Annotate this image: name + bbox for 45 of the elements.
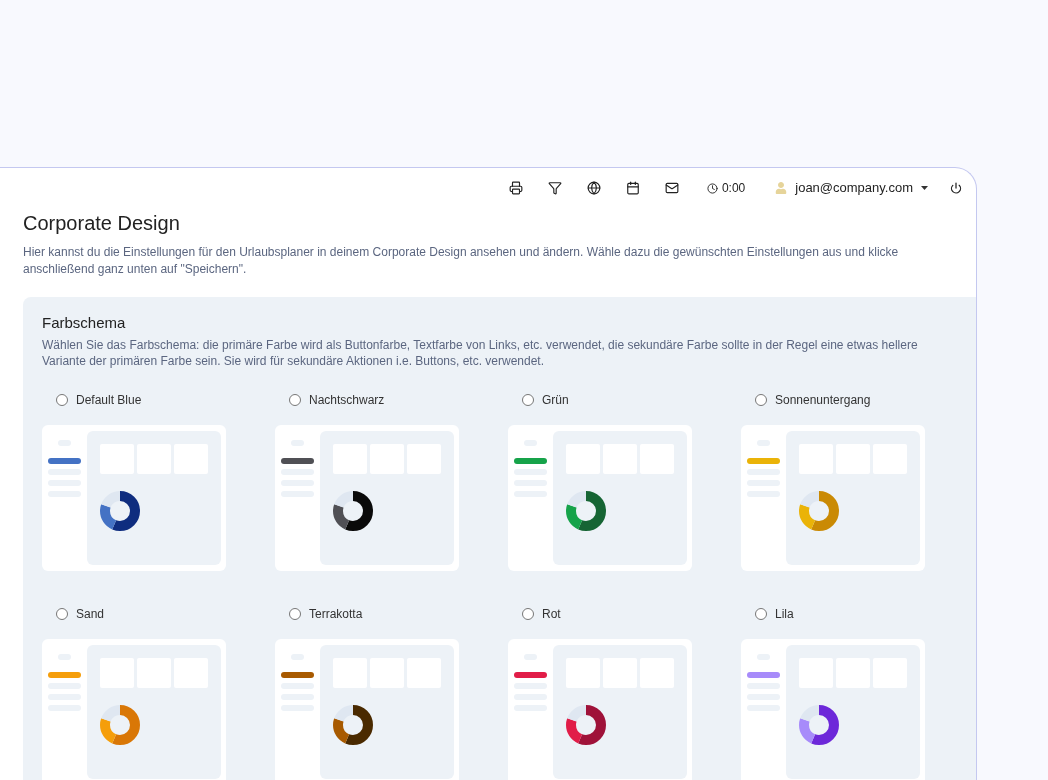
radio-button[interactable] [755, 608, 767, 620]
donut-chart-icon [566, 491, 606, 531]
globe-icon[interactable] [586, 181, 601, 195]
caret-icon [921, 186, 928, 190]
scheme-label: Default Blue [76, 392, 142, 409]
page-title: Corporate Design [23, 211, 181, 236]
radio-button[interactable] [56, 394, 68, 406]
section-title: Farbschema [42, 313, 127, 333]
page-description: Hier kannst du die Einstellungen für den Urlaubsplaner in deinem Corporate Design ansehen und ändern. Wähle dazu die gewünschten Einstellungen aus und klicke anschließend ganz unten auf "Speichern". [23, 244, 900, 278]
radio-button[interactable] [755, 394, 767, 406]
timer-value: 0:00 [721, 180, 746, 197]
section-description: Wählen Sie das Farbschema: die primäre Farbe wird als Buttonfarbe, Textfarbe von Links, etc. verwendet, die sekundäre Farbe sollte in der Regel eine etwas hellere Variante der primären Farbe sein. Sie wird für sekundäre Aktionen i.e. Buttons, etc. verwendet. [42, 337, 919, 369]
timer[interactable]: 0:00 [706, 179, 746, 197]
donut-chart-icon [799, 491, 839, 531]
scheme-preview[interactable] [275, 425, 459, 571]
mail-icon[interactable] [664, 181, 679, 195]
user-icon [775, 182, 788, 194]
calendar-icon[interactable] [625, 181, 640, 195]
power-icon[interactable] [950, 182, 962, 194]
radio-button[interactable] [522, 608, 534, 620]
radio-button[interactable] [56, 608, 68, 620]
donut-chart-icon [566, 705, 606, 745]
scheme-label: Nachtschwarz [309, 392, 385, 409]
scheme-label: Lila [775, 606, 794, 623]
donut-chart-icon [799, 705, 839, 745]
clock-icon [706, 182, 718, 194]
funnel-icon[interactable] [547, 181, 562, 195]
donut-chart-icon [100, 491, 140, 531]
printer-icon[interactable] [508, 181, 523, 195]
scheme-label: Sand [76, 606, 105, 623]
radio-button[interactable] [289, 608, 301, 620]
donut-chart-icon [100, 705, 140, 745]
scheme-preview[interactable] [275, 639, 459, 780]
scheme-label: Rot [542, 606, 561, 623]
scheme-label: Sonnenuntergang [775, 392, 871, 409]
donut-chart-icon [333, 705, 373, 745]
user-menu[interactable]: joan@company.com [775, 178, 928, 198]
scheme-preview[interactable] [508, 639, 692, 780]
scheme-label: Grün [542, 392, 569, 409]
scheme-label: Terrakotta [309, 606, 363, 623]
radio-button[interactable] [522, 394, 534, 406]
scheme-preview[interactable] [741, 639, 925, 780]
scheme-preview[interactable] [42, 425, 226, 571]
donut-chart-icon [333, 491, 373, 531]
radio-button[interactable] [289, 394, 301, 406]
